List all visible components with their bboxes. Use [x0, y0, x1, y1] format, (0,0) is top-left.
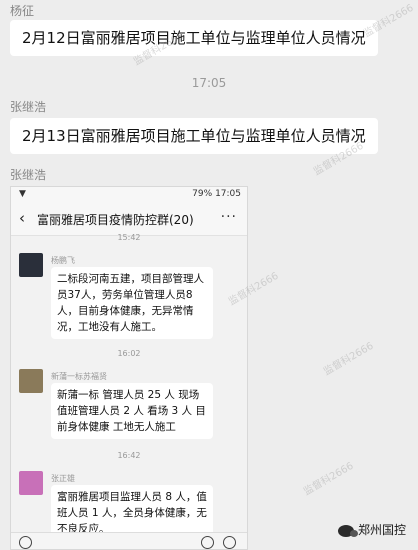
emoji-icon[interactable]	[201, 536, 214, 549]
status-right: 79% 17:05	[192, 189, 241, 199]
battery-percent: 79%	[192, 189, 213, 199]
avatar	[19, 369, 43, 393]
wechat-icon	[337, 524, 358, 537]
brand-logo: 郑州国控	[337, 521, 406, 538]
voice-icon[interactable]	[19, 536, 32, 549]
sender-name: 杨鹏飞	[51, 256, 75, 265]
chat-title: 富丽雅居项目疫情防控群(20)	[37, 213, 194, 227]
avatar	[19, 471, 43, 495]
avatar	[19, 253, 43, 277]
more-options-icon[interactable]: ···	[221, 209, 237, 225]
sender-name: 张继浩	[10, 100, 47, 114]
brand-name: 郑州国控	[357, 523, 406, 537]
add-icon[interactable]	[223, 536, 236, 549]
message-time: 16:42	[117, 451, 141, 460]
status-time: 17:05	[215, 189, 241, 199]
watermark: 监督科2666	[321, 340, 376, 378]
message-time: 16:02	[117, 349, 141, 358]
watermark: 监督科2666	[301, 460, 356, 498]
message-bubble[interactable]: 2月12日富丽雅居项目施工单位与监理单位人员情况	[10, 20, 378, 56]
chat-header: ‹ 富丽雅居项目疫情防控群(20) ···	[11, 203, 247, 236]
phone-status-bar: ▼ 79% 17:05	[11, 187, 247, 203]
time-divider: 17:05	[191, 76, 227, 90]
message-bubble: 新蒲一标 管理人员 25 人 现场值班管理人员 2 人 看场 3 人 目前身体健…	[51, 383, 213, 439]
signal-icon: ▼	[19, 189, 26, 199]
sender-name: 张继浩	[10, 168, 47, 182]
sender-name: 新蒲一标苏福贤	[51, 372, 107, 381]
message-bubble: 二标段河南五建，项目部管理人员37人，劳务单位管理人员8人，目前身体健康，无异常…	[51, 267, 213, 339]
input-bar	[11, 532, 247, 549]
back-arrow-icon[interactable]: ‹	[19, 209, 25, 227]
message-time: 15:42	[117, 233, 141, 242]
message-bubble[interactable]: 2月13日富丽雅居项目施工单位与监理单位人员情况	[10, 118, 378, 154]
image-message[interactable]: ▼ 79% 17:05 ‹ 富丽雅居项目疫情防控群(20) ··· 15:42 …	[10, 186, 248, 550]
sender-name: 杨征	[10, 4, 35, 18]
sender-name: 张正雄	[51, 474, 75, 483]
